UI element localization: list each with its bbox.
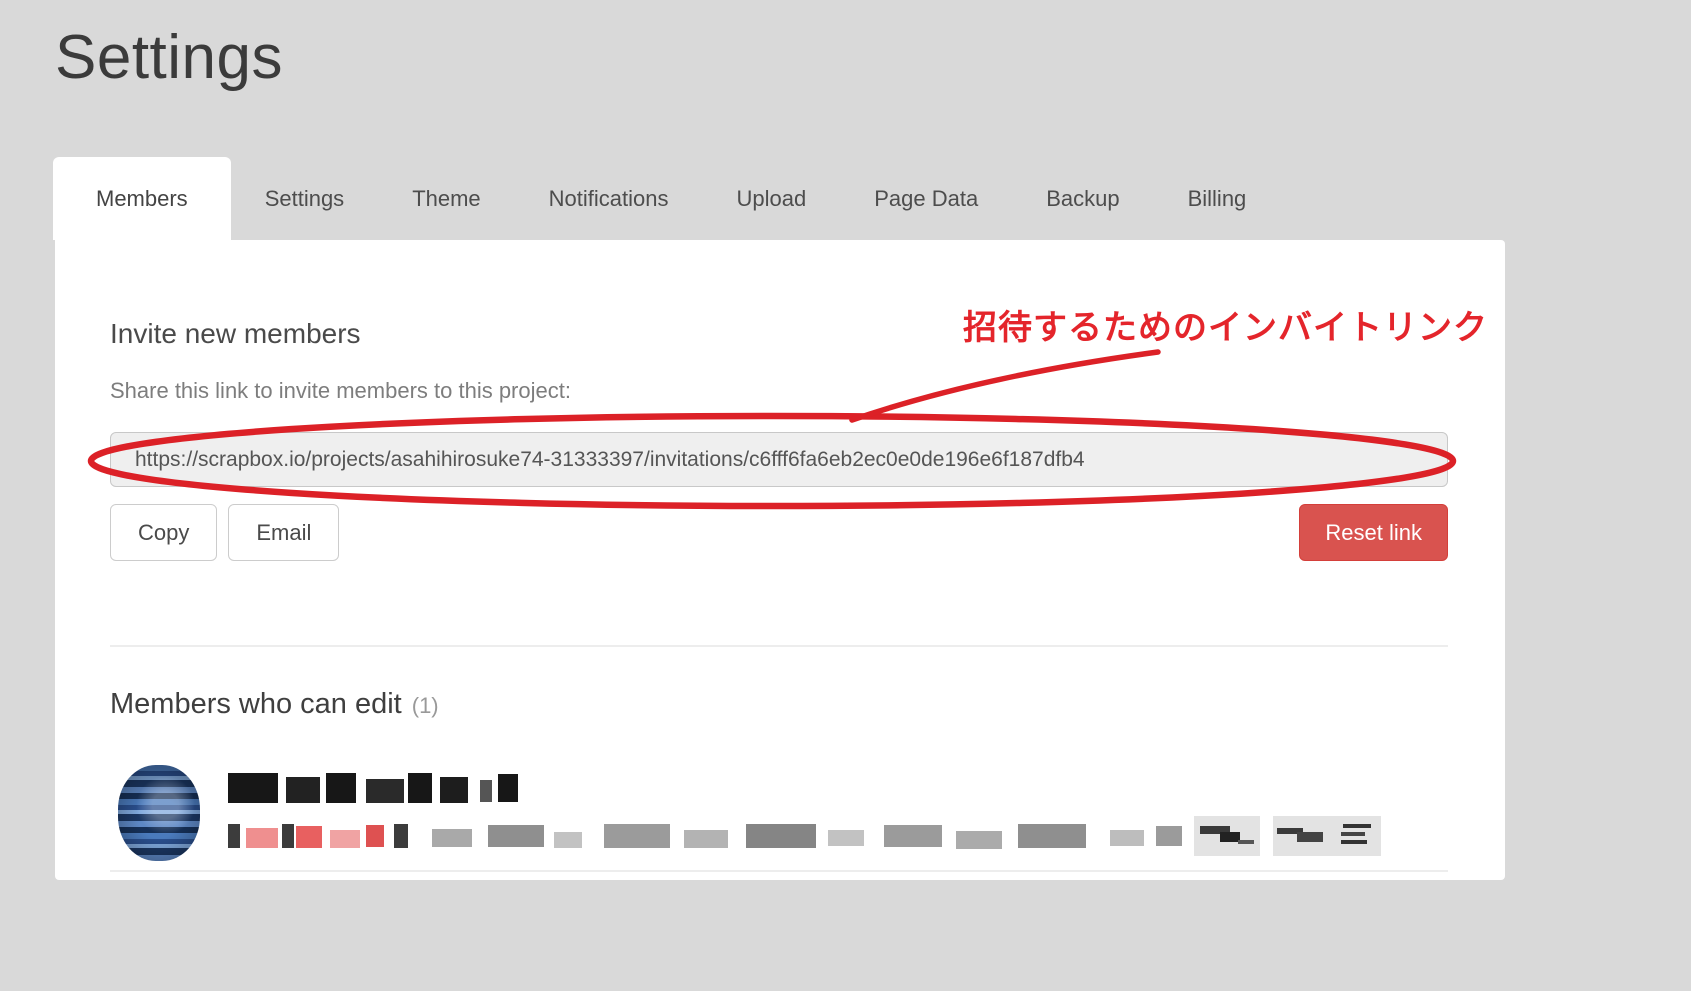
section-divider xyxy=(110,645,1448,647)
member-avatar xyxy=(118,765,200,861)
tab-page-data[interactable]: Page Data xyxy=(840,157,1012,240)
bottom-divider xyxy=(110,870,1448,872)
copy-button[interactable]: Copy xyxy=(110,504,217,561)
invite-description: Share this link to invite members to thi… xyxy=(110,378,571,404)
tab-bar: Members Settings Theme Notifications Upl… xyxy=(53,157,1280,240)
page-title: Settings xyxy=(55,22,283,93)
members-heading-text: Members who can edit xyxy=(110,688,402,720)
tab-backup[interactable]: Backup xyxy=(1012,157,1153,240)
email-button[interactable]: Email xyxy=(228,504,339,561)
members-heading: Members who can edit (1) xyxy=(110,688,439,721)
tab-theme[interactable]: Theme xyxy=(378,157,514,240)
invite-heading: Invite new members xyxy=(110,318,361,350)
tab-members[interactable]: Members xyxy=(53,157,231,240)
redacted-member-details xyxy=(228,816,1381,856)
invite-link-input[interactable] xyxy=(110,432,1448,487)
members-count: (1) xyxy=(412,693,439,718)
tab-upload[interactable]: Upload xyxy=(703,157,841,240)
tab-notifications[interactable]: Notifications xyxy=(515,157,703,240)
redacted-badge xyxy=(1273,816,1381,856)
reset-link-button[interactable]: Reset link xyxy=(1299,504,1448,561)
annotation-label: 招待するためのインバイトリンク xyxy=(963,300,1488,349)
settings-page: Settings Members Settings Theme Notifica… xyxy=(0,0,1691,991)
redacted-member-name xyxy=(228,771,518,805)
redacted-badge xyxy=(1194,816,1260,856)
tab-billing[interactable]: Billing xyxy=(1154,157,1281,240)
invite-actions: Copy Email xyxy=(110,504,339,559)
tab-settings[interactable]: Settings xyxy=(231,157,379,240)
